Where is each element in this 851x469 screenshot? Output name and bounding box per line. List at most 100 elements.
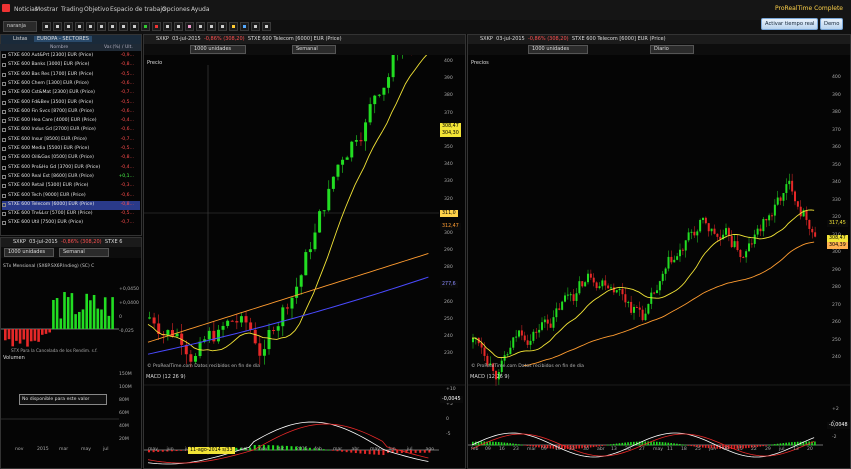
macd-histogram-bar [618,443,621,446]
macd-histogram-bar [382,450,385,456]
weekly-period-dropdown[interactable]: Semanal [292,45,336,54]
activate-realtime-button[interactable]: Activar tiempo real [761,18,819,30]
weekly-units-dropdown[interactable]: 1000 unidades [190,45,246,54]
watchlist-row[interactable]: STXE 600 Fd&Bev [3500] EUR (Price) -0,5..… [2,99,140,108]
daily-y-tick: 390 [832,92,841,98]
crosshair-icon[interactable] [53,22,62,31]
watchlist-row[interactable]: STXE 600 Bas Res [1700] EUR (Price) -0,5.… [2,71,140,80]
col-name-header[interactable]: Nombre [50,44,68,51]
watchlist-row[interactable]: STXE 600 Retail [5300] EUR (Price) -0,3..… [2,182,140,191]
menu-item-objetivo[interactable]: Objetivo [84,6,109,13]
vline-icon[interactable] [97,22,106,31]
weekly-cursor-tag: 11-ago-2014 s/33 [188,447,235,454]
candle-body [627,301,630,303]
watchlist-row[interactable]: STXE 600 Tech [9000] EUR (Price) -0,6... [2,192,140,201]
layout-icon[interactable] [262,22,271,31]
daily-x-tick: 18 [681,447,687,452]
weekly-y-tick: 300 [444,231,453,236]
candle-body [768,215,771,221]
menu-item-ayuda[interactable]: Ayuda [191,6,210,13]
cursor-icon[interactable] [42,22,51,31]
channel-icon[interactable] [108,22,117,31]
candle-body [733,241,736,248]
color-select[interactable]: naranja [3,21,37,32]
small-units-dropdown[interactable]: 1000 unidades [4,248,54,257]
small-x-tick: may [81,447,92,452]
weekly-y-tick: 280 [444,265,453,271]
daily-x-tick: 22 [751,447,757,452]
macd-histogram-bar [773,444,776,446]
magnet-icon[interactable] [207,22,216,31]
candle-body [615,290,618,293]
small-volume-tick: 20M [119,437,129,442]
arrow-down-icon[interactable] [152,22,161,31]
zoom-icon[interactable] [64,22,73,31]
watchlist-row[interactable]: STXE 600 Oil&Gas [0500] EUR (Price) -0,8.… [2,154,140,163]
rect-icon[interactable] [163,22,172,31]
col-var-header[interactable]: Var.(%) / Ult. [104,44,133,51]
macd-histogram-bar [768,444,770,446]
row-name: STXE 600 Chem [1300] EUR (Price) [8,80,89,86]
daily-x-tick: jul [779,447,785,452]
small-period-dropdown[interactable]: Semanal [59,248,109,257]
candle-body [512,337,515,348]
candle-body [779,197,782,201]
watchlist-row[interactable]: STXE 600 Telecom [6000] EUR (Price) -0,8.… [2,200,140,210]
text-icon[interactable] [130,22,139,31]
watchlist-row[interactable]: STXE 600 Trv&Lsr [5700] EUR (Price) -0,5.… [2,210,140,219]
candle-body [313,232,317,250]
small-indicator-tick: 0 [119,315,122,320]
watchlist-row[interactable]: STXE 600 Util [7500] EUR (Price) -0,7... [2,219,140,228]
candle-body [641,309,644,321]
alert-icon[interactable] [229,22,238,31]
watchlist-row[interactable]: STXE 600 Cst&Mat [2300] EUR (Price) -0,7.… [2,89,140,98]
weekly-macd-tick: -5 [446,432,451,437]
watchlist-row[interactable]: STXE 600 Fin Svcs [8700] EUR (Price) -0,6… [2,108,140,117]
candle-body [621,289,624,295]
color-icon[interactable] [240,22,249,31]
watchlist-row[interactable]: STXE 600 Media [5500] EUR (Price) -0,5... [2,145,140,154]
daily-x-tick: 30 [583,447,589,452]
candle-body [661,273,664,282]
row-chart-icon [2,81,6,86]
erase-icon[interactable] [196,22,205,31]
row-chart-icon [2,221,6,226]
macd-histogram-bar [604,445,606,446]
demo-button[interactable]: Demo [820,18,844,30]
macd-histogram-bar [578,445,580,449]
watchlist-row[interactable]: STXE 600 Hea Care [4000] EUR (Price) -0,4… [2,117,140,126]
ellipse-icon[interactable] [174,22,183,31]
arrow-up-icon[interactable] [141,22,150,31]
menu-item-mostrar[interactable]: Mostrar [35,6,58,13]
watchlist-row[interactable]: STXE 600 Chem [1300] EUR (Price) -0,6... [2,80,140,89]
watchlist-row[interactable]: STXE 600 Aut&Prt [2300] EUR (Price) -0,9.… [2,52,140,61]
grid-icon[interactable] [251,22,260,31]
weekly-x-tick: may [148,447,159,452]
menu-item-opciones[interactable]: Opciones [162,6,190,13]
menu-item-trading[interactable]: Trading [61,6,83,13]
brush-icon[interactable] [185,22,194,31]
daily-x-tick: 08 [723,447,729,452]
row-value: -0,5... [120,211,134,217]
row-name: STXE 600 Oil&Gas [0500] EUR (Price) [8,155,94,161]
hline-icon[interactable] [86,22,95,31]
watchlist-row[interactable]: STXE 600 Prs&Ho Gd [3700] EUR (Price) -0,… [2,164,140,173]
watchlist-row[interactable]: STXE 600 Banks [3000] EUR (Price) -0,8... [2,61,140,70]
watchlist-row[interactable]: STXE 600 Insur [8500] EUR (Price) -0,7... [2,136,140,145]
candle-body [569,294,572,296]
fib-icon[interactable] [119,22,128,31]
watchlist-row[interactable]: STXE 600 Indus Gd [2700] EUR (Price) -0,6… [2,126,140,135]
watchlist-row[interactable]: STXE 600 Real Est [8600] EUR (Price) +0,1… [2,173,140,182]
menu-item-espacio[interactable]: Espacio de trabajo [110,6,166,13]
indicator-bar [107,315,111,329]
watchlist-title-name[interactable]: EUROPA - SECTORES [34,36,92,42]
weekly-x-tick: jun [166,447,174,452]
small-x-tick: mar [59,447,69,452]
daily-period-dropdown[interactable]: Diario [650,45,694,54]
weekly-y-tick: 260 [444,299,453,305]
line-icon[interactable] [75,22,84,31]
row-chart-icon [2,137,6,142]
lock-icon[interactable] [218,22,227,31]
daily-units-dropdown[interactable]: 1000 unidades [528,45,588,54]
daily-price-tag: 304,39 [827,242,848,249]
